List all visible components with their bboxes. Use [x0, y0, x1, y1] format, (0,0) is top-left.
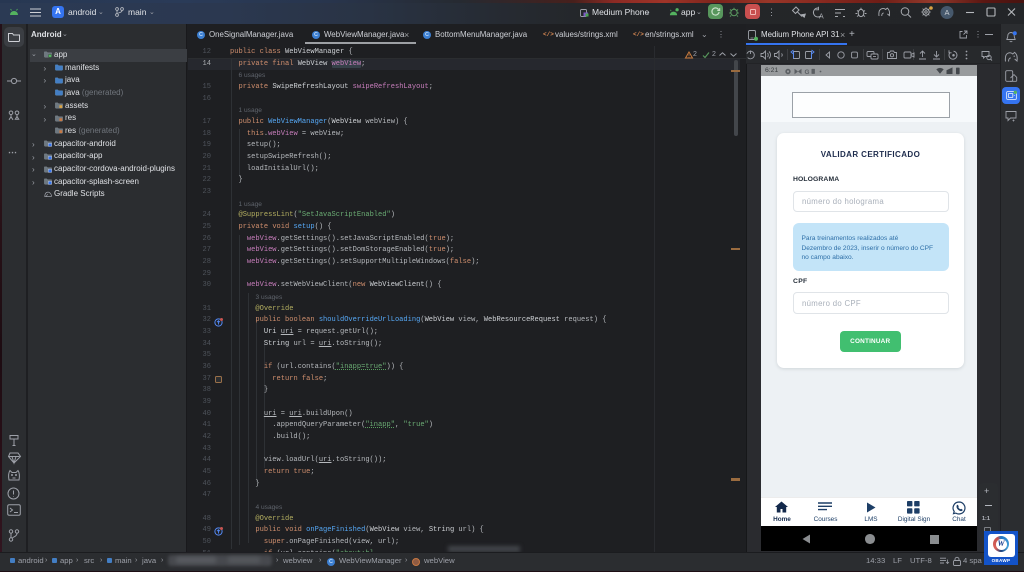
- svg-text:A: A: [819, 14, 824, 21]
- svg-text:G: G: [805, 68, 810, 75]
- svg-text:A: A: [944, 8, 949, 17]
